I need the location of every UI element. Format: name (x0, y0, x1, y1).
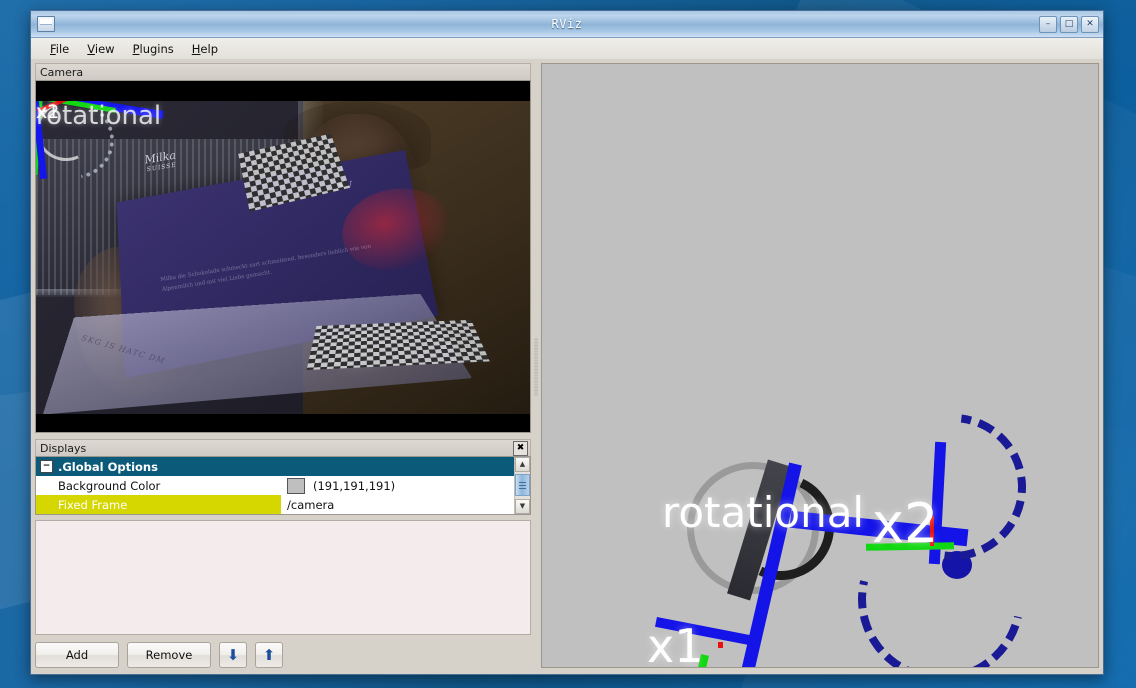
tree-row-background-color[interactable]: Background Color (191,191,191) (36, 476, 514, 495)
camera-image-view[interactable]: L♥V Milka SUISSE Milka die Schokolade sc… (35, 80, 531, 433)
tree-row-fixed-frame-value[interactable]: /camera (281, 495, 514, 514)
window-body: Camera (31, 59, 1103, 674)
render-axis-y-lower (683, 654, 709, 668)
camera-panel-title: Camera (40, 67, 83, 78)
window-title: RViz (31, 17, 1103, 31)
displays-tree[interactable]: − .Global Options Background Color (191,… (35, 456, 531, 515)
render-axis-x-lower (718, 642, 723, 648)
window-menu-icon[interactable] (37, 16, 55, 32)
scroll-down-arrow-icon[interactable]: ▼ (515, 499, 530, 514)
background-color-swatch[interactable] (287, 478, 305, 494)
menu-help-rest: elp (200, 42, 218, 56)
menu-plugins-rest: lugins (140, 42, 174, 56)
desktop-background: RViz – □ ✕ File View Plugins Help Camera (0, 0, 1136, 688)
tree-row-global-options-value (281, 457, 514, 476)
camera-panel-header[interactable]: Camera (35, 63, 531, 80)
menu-file-rest: ile (56, 42, 69, 56)
menu-plugins-mnemonic: P (133, 42, 140, 56)
menu-view[interactable]: View (78, 41, 123, 57)
window-controls: – □ ✕ (1039, 16, 1099, 33)
scrollbar-grip-icon (519, 482, 526, 489)
move-up-button[interactable]: ⬆ (255, 642, 283, 668)
menubar: File View Plugins Help (31, 38, 1103, 60)
displays-tree-scrollbar[interactable]: ▲ ▼ (514, 457, 530, 514)
displays-tree-rows: − .Global Options Background Color (191,… (36, 457, 514, 514)
displays-panel-header[interactable]: Displays ✖ (35, 439, 531, 456)
tree-row-background-color-label: Background Color (36, 476, 281, 495)
collapse-expander-icon[interactable]: − (40, 460, 53, 473)
displays-close-icon[interactable]: ✖ (513, 441, 528, 456)
displays-panel-title: Displays (40, 443, 86, 454)
close-button[interactable]: ✕ (1081, 16, 1099, 33)
dock-splitter-handle[interactable] (531, 59, 541, 674)
right-column: rotational x2 x1 (541, 59, 1103, 674)
menu-plugins[interactable]: Plugins (124, 41, 183, 57)
display-description-box (35, 520, 531, 635)
window-titlebar[interactable]: RViz – □ ✕ (31, 11, 1103, 38)
add-button[interactable]: Add (35, 642, 119, 668)
tree-row-global-options-left: − .Global Options (36, 457, 281, 476)
displays-button-row: Add Remove ⬇ ⬆ (35, 642, 531, 668)
remove-button[interactable]: Remove (127, 642, 211, 668)
menu-view-mnemonic: V (87, 42, 95, 56)
camera-photo: L♥V Milka SUISSE Milka die Schokolade sc… (36, 101, 530, 414)
scrollbar-thumb[interactable] (515, 474, 530, 496)
tree-row-fixed-frame-label: Fixed Frame (36, 495, 281, 514)
tree-row-background-color-value: (191,191,191) (313, 479, 395, 493)
arrow-down-icon: ⬇ (227, 648, 240, 663)
displays-panel: Displays ✖ − .Global Options (35, 439, 531, 668)
menu-file[interactable]: File (41, 41, 78, 57)
render-bar-left-arm (655, 617, 761, 647)
photo-checkerboard-lower (306, 319, 489, 369)
scrollbar-track[interactable] (515, 472, 530, 499)
scroll-up-arrow-icon[interactable]: ▲ (515, 457, 530, 472)
menu-view-rest: iew (95, 42, 115, 56)
menu-help[interactable]: Help (183, 41, 227, 57)
arrow-up-icon: ⬆ (263, 648, 276, 663)
tree-row-fixed-frame[interactable]: Fixed Frame /camera (36, 495, 514, 514)
maximize-button[interactable]: □ (1060, 16, 1078, 33)
render-3d-view[interactable]: rotational x2 x1 (541, 63, 1099, 668)
tree-row-background-color-value-cell[interactable]: (191,191,191) (281, 476, 514, 495)
minimize-button[interactable]: – (1039, 16, 1057, 33)
tree-row-global-options[interactable]: − .Global Options (36, 457, 514, 476)
camera-panel: Camera (35, 63, 531, 433)
left-dock-column: Camera (31, 59, 531, 674)
splitter-grip-icon (534, 338, 538, 396)
move-down-button[interactable]: ⬇ (219, 642, 247, 668)
rviz-main-window: RViz – □ ✕ File View Plugins Help Camera (30, 10, 1104, 675)
tree-row-global-options-label: .Global Options (58, 460, 158, 474)
